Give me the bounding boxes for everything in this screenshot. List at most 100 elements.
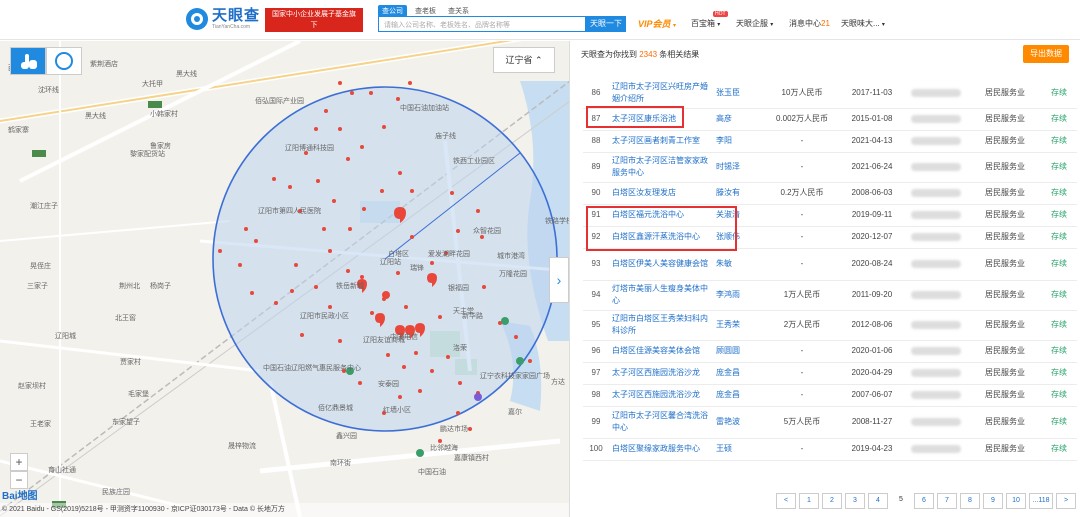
- page-button[interactable]: 3: [845, 493, 865, 509]
- page-button[interactable]: ...118: [1029, 493, 1053, 509]
- page-button[interactable]: 1: [799, 493, 819, 509]
- company-name-link[interactable]: 白塔区佳源美容美体会馆: [609, 340, 713, 363]
- industry: 居民服务业: [969, 310, 1041, 341]
- page-button[interactable]: 5: [891, 493, 911, 509]
- table-row[interactable]: 89 辽阳市太子河区洁管家家政服务中心 时锡泽 -2021-06-24 居民服务业 存续: [583, 152, 1077, 183]
- table-row[interactable]: 99 辽阳市太子河区馨合湾洗浴中心 雷艳波 5万人民币 2008-11-27 居民服务业存…: [583, 406, 1077, 439]
- page-button[interactable]: 6: [914, 493, 934, 509]
- zoom-in-button[interactable]: +: [10, 453, 28, 471]
- map-place-label: 瑞锋: [410, 265, 424, 272]
- row-index: 88: [583, 130, 609, 153]
- export-data-button[interactable]: 导出数据: [1023, 45, 1069, 63]
- search-input[interactable]: 请输入公司名称、老板姓名、品牌名称等: [378, 16, 586, 32]
- map-place-label: 沈环线: [38, 87, 59, 94]
- registered-capital: -: [763, 204, 841, 227]
- map-place-label: 贾家村: [120, 359, 141, 366]
- province-select[interactable]: 辽宁省 ⌃: [493, 47, 555, 73]
- tianyancha-logo[interactable]: 天眼查 TianYanCha.com: [186, 8, 260, 30]
- map-place-label: 中国石油辽阳燃气惠民服务中心: [263, 365, 361, 372]
- hand-pointer-icon: [21, 54, 37, 69]
- page-button[interactable]: 7: [937, 493, 957, 509]
- company-name-link[interactable]: 白塔区聚缘家政服务中心: [609, 438, 713, 461]
- map-place-label: 大托甲: [142, 81, 163, 88]
- registered-capital: 5万人民币: [763, 406, 841, 439]
- chevron-down-icon: ▾: [881, 22, 885, 28]
- user-name: 天眼味大...: [841, 19, 880, 28]
- company-name-link[interactable]: 太子河区西施园洗浴沙龙: [609, 384, 713, 407]
- legal-person-link[interactable]: 顾圆圆: [713, 340, 763, 363]
- table-row[interactable]: 88 太子河区画者刺青工作室 李阳 -2021-04-13 居民服务业 存续: [583, 130, 1077, 153]
- company-name-link[interactable]: 辽阳市太子河区兴旺房产婚姻介绍所: [609, 78, 713, 109]
- map-place-label: 育山社通: [48, 467, 76, 474]
- enterprise-service-menu[interactable]: 天眼企服 ▾: [736, 18, 773, 29]
- page-button[interactable]: 8: [960, 493, 980, 509]
- company-name-link[interactable]: 太子河区画者刺青工作室: [609, 130, 713, 153]
- search-button[interactable]: 天眼一下: [586, 16, 626, 32]
- legal-person-link[interactable]: 滕汝有: [713, 182, 763, 205]
- vip-link[interactable]: VIP会员 ▾: [638, 17, 676, 30]
- legal-person-link[interactable]: 时锡泽: [713, 152, 763, 183]
- blurred-contact: [911, 163, 961, 171]
- prev-page-button[interactable]: <: [776, 493, 796, 509]
- map-place-label: 城市港湾: [497, 253, 525, 260]
- map-place-label: 辽阳市民政小区: [300, 313, 349, 320]
- blurred-contact: [911, 137, 961, 145]
- message-count: 21: [821, 19, 830, 28]
- company-name-link[interactable]: 太子河区西施园洗浴沙龙: [609, 362, 713, 385]
- page-button[interactable]: 10: [1006, 493, 1026, 509]
- pan-tool-button[interactable]: [10, 47, 46, 75]
- masked-phone: [903, 152, 969, 183]
- table-row[interactable]: 90 白塔区汝友理发店 滕汝有 0.2万人民币 2008-06-03 居民服务业 存续: [583, 182, 1077, 205]
- page-button[interactable]: 4: [868, 493, 888, 509]
- company-name-link[interactable]: 灯塔市美丽人生瘦身美体中心: [609, 280, 713, 311]
- result-count: 2343: [639, 50, 658, 59]
- legal-person-link[interactable]: 庞金昌: [713, 362, 763, 385]
- next-page-button[interactable]: >: [1056, 493, 1076, 509]
- baibaoxiang-menu[interactable]: 百宝箱 ▾: [691, 18, 720, 29]
- user-menu[interactable]: 天眼味大... ▾: [841, 18, 885, 29]
- table-row[interactable]: 100 白塔区聚缘家政服务中心 王硕 -2019-04-23 居民服务业 存续: [583, 438, 1077, 461]
- masked-phone: [903, 226, 969, 249]
- collapse-panel-button[interactable]: ›: [549, 257, 569, 303]
- blurred-contact: [911, 369, 961, 377]
- legal-person-link[interactable]: 雷艳波: [713, 406, 763, 439]
- legal-person-link[interactable]: 王秀荣: [713, 310, 763, 341]
- legal-person-link[interactable]: 朱敏: [713, 248, 763, 281]
- circle-select-button[interactable]: [46, 47, 82, 75]
- blurred-contact: [911, 391, 961, 399]
- legal-person-link[interactable]: 李阳: [713, 130, 763, 153]
- legal-person-link[interactable]: 王硕: [713, 438, 763, 461]
- row-index: 89: [583, 152, 609, 183]
- map-place-label: 佰弘国际产业园: [255, 98, 304, 105]
- legal-person-link[interactable]: 张玉臣: [713, 78, 763, 109]
- company-name-link[interactable]: 辽阳市太子河区洁管家家政服务中心: [609, 152, 713, 183]
- legal-person-link[interactable]: 庞金昌: [713, 384, 763, 407]
- map-place-label: 安泰园: [378, 381, 399, 388]
- table-row[interactable]: 94 灯塔市美丽人生瘦身美体中心 李鸿雨 1万人民币 2011-09-20 居民服务业 存续: [583, 280, 1077, 311]
- table-row[interactable]: 96 白塔区佳源美容美体会馆 顾圆圆 -2020-01-06 居民服务业 存续: [583, 340, 1077, 363]
- page-button[interactable]: 2: [822, 493, 842, 509]
- map-panel[interactable]: 沈环线黑大线黑大线大托甲紫荆酒店西方鲁家房小韩家村鹤家寨黎家配货站佰弘国际产业园…: [0, 41, 570, 517]
- table-row[interactable]: 95 辽阳市白塔区王秀荣妇科内科诊所 王秀荣 2万人民币 2012-08-06 居民服务业…: [583, 310, 1077, 341]
- industry: 居民服务业: [969, 340, 1041, 363]
- company-name-link[interactable]: 辽阳市太子河区馨合湾洗浴中心: [609, 406, 713, 439]
- top-nav-bar: 天眼查 TianYanCha.com 国家中小企业发展子基金旗下 官方备案企业征…: [0, 0, 1080, 40]
- table-row[interactable]: 98 太子河区西施园洗浴沙龙 庞金昌 -2007-06-07 居民服务业 存续: [583, 384, 1077, 407]
- message-center-link[interactable]: 消息中心21: [789, 18, 830, 29]
- enterprise-label: 天眼企服: [736, 19, 768, 28]
- legal-person-link[interactable]: 李鸿雨: [713, 280, 763, 311]
- legal-person-link[interactable]: 高彦: [713, 108, 763, 131]
- page-button[interactable]: 9: [983, 493, 1003, 509]
- company-name-link[interactable]: 白塔区伊美人美容健康会馆: [609, 248, 713, 281]
- map-place-label: 荆州北: [119, 283, 140, 290]
- row-index: 97: [583, 362, 609, 385]
- map-place-label: 北王窖: [115, 315, 136, 322]
- table-row[interactable]: 97 太子河区西施园洗浴沙龙 庞金昌 -2020-04-29 居民服务业 存续: [583, 362, 1077, 385]
- company-name-link[interactable]: 白塔区汝友理发店: [609, 182, 713, 205]
- message-label: 消息中心: [789, 19, 821, 28]
- hot-badge: HOT: [713, 11, 728, 17]
- table-row[interactable]: 86 辽阳市太子河区兴旺房产婚姻介绍所 张玉臣 10万人民币 2017-11-03 居民服…: [583, 78, 1077, 109]
- table-row[interactable]: 93 白塔区伊美人美容健康会馆 朱敏 -2020-08-24 居民服务业 存续: [583, 248, 1077, 281]
- company-name-link[interactable]: 辽阳市白塔区王秀荣妇科内科诊所: [609, 310, 713, 341]
- masked-phone: [903, 438, 969, 461]
